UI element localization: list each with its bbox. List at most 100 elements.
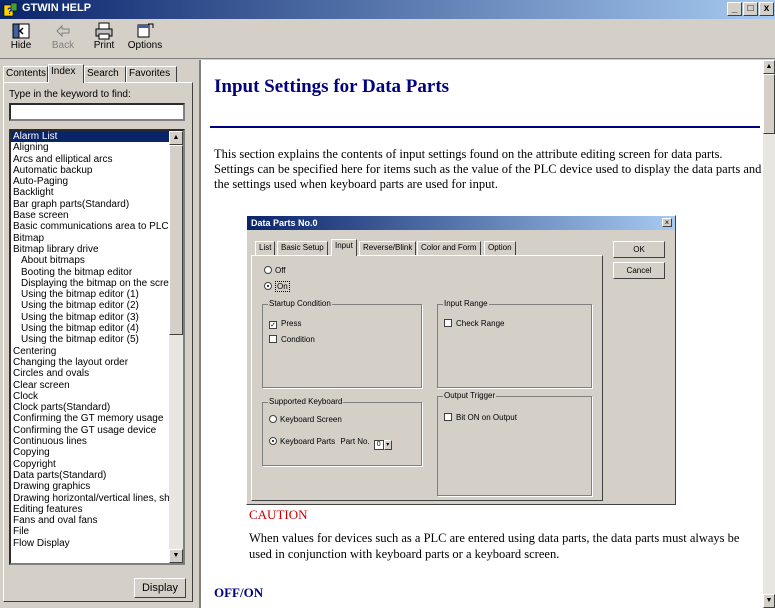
index-list-item[interactable]: Booting the bitmap editor (11, 267, 171, 278)
output-trigger-group: Output Trigger Bit ON on Output (437, 391, 592, 496)
index-list-item[interactable]: Alarm List (11, 131, 171, 143)
toolbar: Hide Back Print Options (0, 19, 775, 59)
data-parts-dialog: Data Parts No.0 × List Basic Setup Input… (246, 215, 676, 505)
content-scroll-thumb[interactable] (763, 74, 775, 134)
on-radio: On (264, 281, 290, 292)
startup-condition-label: Startup Condition (268, 299, 332, 309)
index-list-item[interactable]: Using the bitmap editor (5) (11, 334, 171, 345)
help-app-icon: ? (3, 2, 18, 17)
index-items: Alarm List Aligning Arcs and elliptical ar… (11, 131, 171, 549)
index-list-item[interactable]: Using the bitmap editor (4) (11, 323, 171, 334)
index-list-item[interactable]: Flow Display (11, 538, 171, 549)
hide-label: Hide (10, 40, 32, 51)
bit-on-output-checkbox: Bit ON on Output (444, 413, 517, 423)
index-list-item[interactable]: Editing features (11, 504, 171, 515)
dialog-tab-option: Option (484, 241, 516, 255)
close-button[interactable]: x (759, 2, 774, 16)
back-arrow-icon (56, 24, 70, 38)
dialog-input-panel: Off On Startup Condition ✓ Press Conditio… (251, 255, 603, 501)
scroll-down-icon[interactable]: ▼ (169, 549, 183, 563)
index-list-item[interactable]: Copyright (11, 459, 171, 470)
maximize-button[interactable]: □ (743, 2, 758, 16)
index-list-item[interactable]: Auto-Paging (11, 176, 171, 187)
dialog-tab-input: Input (331, 239, 357, 256)
print-button[interactable]: Print (85, 21, 123, 57)
index-list-item[interactable]: Centering (11, 346, 171, 357)
index-list-item[interactable]: Drawing horizontal/vertical lines, shape… (11, 493, 171, 504)
dialog-tab-color-form: Color and Form (417, 241, 481, 255)
tab-index[interactable]: Index (48, 64, 84, 83)
index-list-item[interactable]: Fans and oval fans (11, 515, 171, 526)
scroll-thumb[interactable] (169, 145, 183, 335)
navigation-pane: Contents Index Search Favorites Type in … (0, 60, 196, 608)
checked-icon: ✓ (269, 321, 277, 329)
index-list-item[interactable]: Basic communications area to PLC (11, 221, 171, 232)
dialog-tab-basic-setup: Basic Setup (277, 241, 328, 255)
output-trigger-label: Output Trigger (443, 391, 497, 401)
display-button[interactable]: Display (134, 578, 186, 598)
index-list-item[interactable]: Using the bitmap editor (3) (11, 312, 171, 323)
content-scroll-up-icon[interactable]: ▲ (763, 60, 775, 74)
check-range-checkbox: Check Range (444, 319, 504, 329)
caution-paragraph: When values for devices such as a PLC ar… (249, 531, 740, 561)
minimize-button[interactable]: _ (727, 2, 742, 16)
scroll-up-icon[interactable]: ▲ (169, 131, 183, 145)
back-button[interactable]: Back (44, 21, 82, 57)
index-list-item[interactable]: Base screen (11, 210, 171, 221)
index-list-item[interactable]: Changing the layout order (11, 357, 171, 368)
unchecked-icon (444, 319, 452, 327)
dialog-ok-button: OK (613, 241, 665, 258)
content-scroll-down-icon[interactable]: ▼ (763, 594, 775, 608)
dialog-tab-list: List (255, 241, 276, 255)
spin-icon: ▾ (383, 440, 392, 450)
index-scrollbar[interactable]: ▲ ▼ (169, 131, 183, 563)
index-list-item[interactable]: Backlight (11, 187, 171, 198)
index-list-item[interactable]: Confirming the GT usage device (11, 425, 171, 436)
dialog-tab-reverse-blink: Reverse/Blink (359, 241, 417, 255)
index-list-item[interactable]: Bitmap (11, 233, 171, 244)
index-list-item[interactable]: Using the bitmap editor (1) (11, 289, 171, 300)
radio-on-icon (269, 437, 277, 445)
index-list-item[interactable]: Copying (11, 447, 171, 458)
index-list[interactable]: Alarm List Aligning Arcs and elliptical ar… (9, 129, 185, 565)
keyboard-screen-label: Keyboard Screen (280, 415, 342, 424)
options-button[interactable]: Options (126, 21, 164, 57)
unchecked-icon (269, 335, 277, 343)
radio-off-icon (269, 415, 277, 423)
index-list-item[interactable]: Confirming the GT memory usage (11, 413, 171, 424)
index-list-item[interactable]: About bitmaps (11, 255, 171, 266)
index-list-item[interactable]: Bar graph parts(Standard) (11, 199, 171, 210)
intro-paragraph: This section explains the contents of in… (214, 147, 762, 191)
index-list-item[interactable]: Data parts(Standard) (11, 470, 171, 481)
index-list-item[interactable]: Continuous lines (11, 436, 171, 447)
index-list-item[interactable]: Bitmap library drive (11, 244, 171, 255)
index-list-item[interactable]: Circles and ovals (11, 368, 171, 379)
dialog-close-icon: × (662, 218, 672, 227)
index-list-item[interactable]: Clock parts(Standard) (11, 402, 171, 413)
index-list-item[interactable]: Aligning (11, 142, 171, 153)
keyboard-parts-radio: Keyboard Parts Part No. 0 ▾ (269, 437, 392, 450)
options-label: Options (127, 40, 163, 51)
tab-search[interactable]: Search (84, 66, 126, 82)
keyword-input[interactable] (9, 103, 185, 121)
index-list-item[interactable]: Automatic backup (11, 165, 171, 176)
hide-button[interactable]: Hide (2, 21, 40, 57)
part-no-value: 0 (373, 440, 384, 450)
index-list-item[interactable]: Arcs and elliptical arcs (11, 154, 171, 165)
index-list-item[interactable]: Drawing graphics (11, 481, 171, 492)
hide-icon (12, 23, 30, 39)
index-list-item[interactable]: Displaying the bitmap on the screen (11, 278, 171, 289)
content-scrollbar[interactable]: ▲ ▼ (763, 60, 775, 608)
nav-tabs: Contents Index Search Favorites (3, 64, 193, 83)
tab-favorites[interactable]: Favorites (126, 66, 177, 82)
index-list-item[interactable]: File (11, 526, 171, 537)
condition-label: Condition (281, 335, 315, 344)
off-radio: Off (264, 266, 286, 276)
tab-contents[interactable]: Contents (3, 66, 48, 82)
keyword-label: Type in the keyword to find: (9, 89, 131, 100)
caution-heading: CAUTION (249, 507, 308, 522)
index-list-item[interactable]: Clear screen (11, 380, 171, 391)
index-list-item[interactable]: Clock (11, 391, 171, 402)
input-range-group: Input Range Check Range (437, 299, 592, 388)
index-list-item[interactable]: Using the bitmap editor (2) (11, 300, 171, 311)
